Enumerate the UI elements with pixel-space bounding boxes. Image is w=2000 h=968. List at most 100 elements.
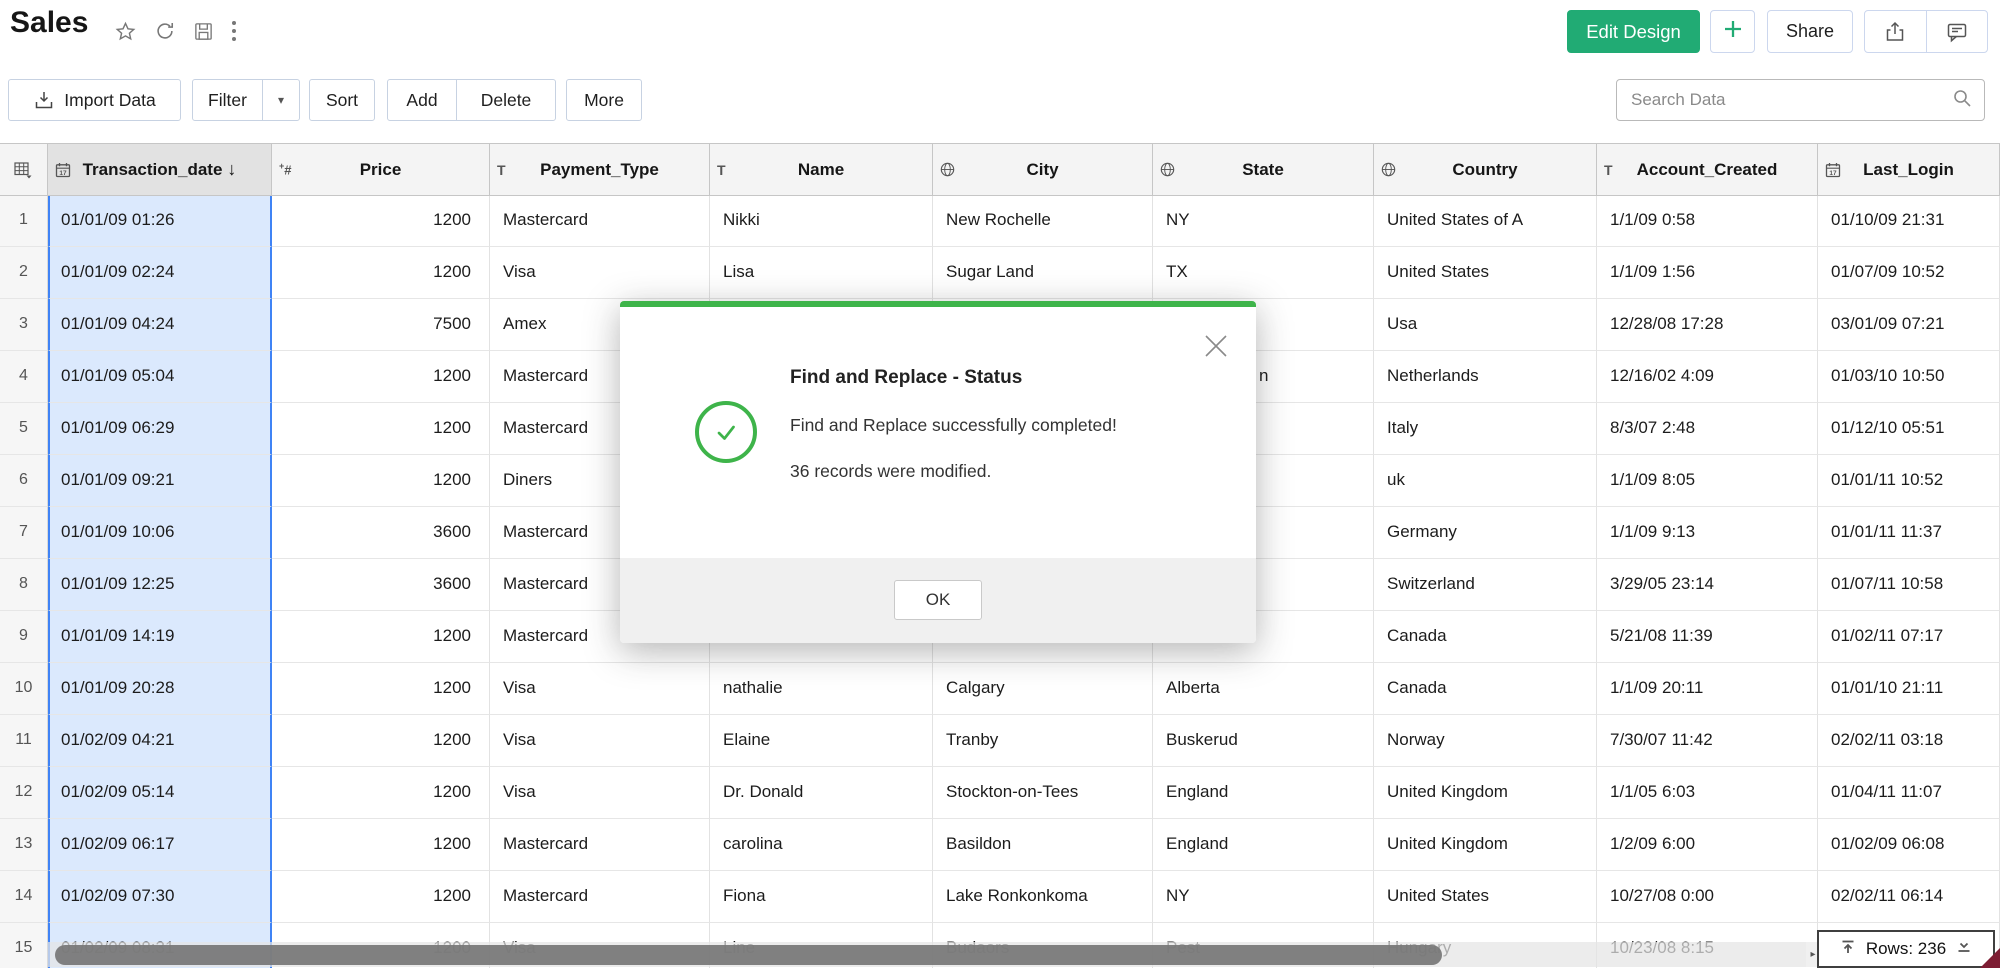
cell-transaction_date[interactable]: 01/02/09 06:17 bbox=[48, 819, 272, 871]
column-header-country[interactable]: Country bbox=[1374, 144, 1597, 196]
cell-name[interactable]: Dr. Donald bbox=[710, 767, 933, 819]
row-number[interactable]: 13 bbox=[0, 819, 48, 871]
cell-state[interactable]: Alberta bbox=[1153, 663, 1374, 715]
import-data-button[interactable]: Import Data bbox=[8, 79, 181, 121]
jump-to-bottom-icon[interactable] bbox=[1956, 939, 1972, 960]
cell-last_login[interactable]: 01/10/09 21:31 bbox=[1818, 195, 2000, 247]
column-header-account_created[interactable]: TAccount_Created bbox=[1597, 144, 1818, 196]
jump-to-top-icon[interactable] bbox=[1840, 939, 1856, 960]
cell-price[interactable]: 1200 bbox=[272, 611, 490, 663]
more-vertical-icon[interactable] bbox=[231, 20, 237, 42]
cell-country[interactable]: Canada bbox=[1374, 663, 1597, 715]
row-number[interactable]: 10 bbox=[0, 663, 48, 715]
cell-country[interactable]: Italy bbox=[1374, 403, 1597, 455]
cell-transaction_date[interactable]: 01/02/09 07:30 bbox=[48, 871, 272, 923]
column-header-payment_type[interactable]: TPayment_Type bbox=[490, 144, 710, 196]
column-header-name[interactable]: TName bbox=[710, 144, 933, 196]
cell-city[interactable]: New Rochelle bbox=[933, 195, 1153, 247]
row-number[interactable]: 6 bbox=[0, 455, 48, 507]
cell-country[interactable]: United States bbox=[1374, 247, 1597, 299]
cell-account_created[interactable]: 8/3/07 2:48 bbox=[1597, 403, 1818, 455]
cell-transaction_date[interactable]: 01/01/09 02:24 bbox=[48, 247, 272, 299]
cell-transaction_date[interactable]: 01/01/09 06:29 bbox=[48, 403, 272, 455]
cell-account_created[interactable]: 1/1/09 9:13 bbox=[1597, 507, 1818, 559]
filter-dropdown-button[interactable]: ▾ bbox=[262, 80, 299, 120]
cell-country[interactable]: Canada bbox=[1374, 611, 1597, 663]
cell-name[interactable]: Fiona bbox=[710, 871, 933, 923]
edit-design-button[interactable]: Edit Design bbox=[1567, 10, 1700, 53]
cell-country[interactable]: Germany bbox=[1374, 507, 1597, 559]
cell-last_login[interactable]: 01/01/10 21:11 bbox=[1818, 663, 2000, 715]
cell-name[interactable]: Elaine bbox=[710, 715, 933, 767]
cell-transaction_date[interactable]: 01/01/09 14:19 bbox=[48, 611, 272, 663]
cell-payment_type[interactable]: Visa bbox=[490, 247, 710, 299]
add-new-button[interactable] bbox=[1710, 10, 1755, 53]
cell-transaction_date[interactable]: 01/02/09 04:21 bbox=[48, 715, 272, 767]
cell-price[interactable]: 3600 bbox=[272, 559, 490, 611]
row-number[interactable]: 9 bbox=[0, 611, 48, 663]
row-number[interactable]: 1 bbox=[0, 195, 48, 247]
row-number[interactable]: 3 bbox=[0, 299, 48, 351]
cell-last_login[interactable]: 01/04/11 11:07 bbox=[1818, 767, 2000, 819]
cell-account_created[interactable]: 1/1/09 20:11 bbox=[1597, 663, 1818, 715]
row-number[interactable]: 14 bbox=[0, 871, 48, 923]
cell-payment_type[interactable]: Mastercard bbox=[490, 871, 710, 923]
cell-last_login[interactable]: 02/02/11 06:14 bbox=[1818, 871, 2000, 923]
cell-country[interactable]: Norway bbox=[1374, 715, 1597, 767]
cell-price[interactable]: 1200 bbox=[272, 767, 490, 819]
cell-last_login[interactable]: 03/01/09 07:21 bbox=[1818, 299, 2000, 351]
cell-price[interactable]: 1200 bbox=[272, 195, 490, 247]
cell-last_login[interactable]: 01/07/11 10:58 bbox=[1818, 559, 2000, 611]
cell-name[interactable]: Lisa bbox=[710, 247, 933, 299]
delete-button[interactable]: Delete bbox=[456, 80, 555, 120]
column-header-last_login[interactable]: 17Last_Login bbox=[1818, 144, 2000, 196]
cell-state[interactable]: England bbox=[1153, 819, 1374, 871]
row-number[interactable]: 12 bbox=[0, 767, 48, 819]
cell-country[interactable]: uk bbox=[1374, 455, 1597, 507]
column-header-price[interactable]: +#Price bbox=[272, 144, 490, 196]
cell-account_created[interactable]: 1/1/09 1:56 bbox=[1597, 247, 1818, 299]
cell-name[interactable]: carolina bbox=[710, 819, 933, 871]
cell-country[interactable]: Switzerland bbox=[1374, 559, 1597, 611]
cell-payment_type[interactable]: Mastercard bbox=[490, 819, 710, 871]
cell-price[interactable]: 1200 bbox=[272, 351, 490, 403]
select-all-header[interactable] bbox=[0, 144, 48, 196]
cell-transaction_date[interactable]: 01/01/09 05:04 bbox=[48, 351, 272, 403]
cell-account_created[interactable]: 1/2/09 6:00 bbox=[1597, 819, 1818, 871]
column-header-state[interactable]: State bbox=[1153, 144, 1374, 196]
cell-account_created[interactable]: 1/1/09 8:05 bbox=[1597, 455, 1818, 507]
share-button[interactable]: Share bbox=[1767, 10, 1853, 53]
cell-price[interactable]: 7500 bbox=[272, 299, 490, 351]
cell-state[interactable]: Buskerud bbox=[1153, 715, 1374, 767]
ok-button[interactable]: OK bbox=[894, 580, 982, 620]
cell-last_login[interactable]: 01/02/09 06:08 bbox=[1818, 819, 2000, 871]
cell-price[interactable]: 1200 bbox=[272, 247, 490, 299]
cell-account_created[interactable]: 1/1/09 0:58 bbox=[1597, 195, 1818, 247]
row-number[interactable]: 4 bbox=[0, 351, 48, 403]
cell-city[interactable]: Basildon bbox=[933, 819, 1153, 871]
row-number[interactable]: 8 bbox=[0, 559, 48, 611]
cell-name[interactable]: Nikki bbox=[710, 195, 933, 247]
cell-city[interactable]: Lake Ronkonkoma bbox=[933, 871, 1153, 923]
cell-country[interactable]: Usa bbox=[1374, 299, 1597, 351]
search-input[interactable] bbox=[1629, 89, 1952, 111]
cell-country[interactable]: United States of A bbox=[1374, 195, 1597, 247]
cell-last_login[interactable]: 02/02/11 03:18 bbox=[1818, 715, 2000, 767]
cell-city[interactable]: Stockton-on-Tees bbox=[933, 767, 1153, 819]
save-icon[interactable] bbox=[193, 21, 214, 42]
row-number[interactable]: 11 bbox=[0, 715, 48, 767]
cell-account_created[interactable]: 1/1/05 6:03 bbox=[1597, 767, 1818, 819]
cell-state[interactable]: England bbox=[1153, 767, 1374, 819]
cell-account_created[interactable]: 12/28/08 17:28 bbox=[1597, 299, 1818, 351]
cell-last_login[interactable]: 01/07/09 10:52 bbox=[1818, 247, 2000, 299]
cell-state[interactable]: TX bbox=[1153, 247, 1374, 299]
cell-account_created[interactable]: 7/30/07 11:42 bbox=[1597, 715, 1818, 767]
sort-button[interactable]: Sort bbox=[309, 79, 375, 121]
cell-transaction_date[interactable]: 01/01/09 04:24 bbox=[48, 299, 272, 351]
cell-account_created[interactable]: 5/21/08 11:39 bbox=[1597, 611, 1818, 663]
row-number[interactable]: 2 bbox=[0, 247, 48, 299]
cell-transaction_date[interactable]: 01/01/09 12:25 bbox=[48, 559, 272, 611]
export-button[interactable] bbox=[1865, 11, 1927, 52]
cell-last_login[interactable]: 01/01/11 11:37 bbox=[1818, 507, 2000, 559]
cell-price[interactable]: 1200 bbox=[272, 871, 490, 923]
